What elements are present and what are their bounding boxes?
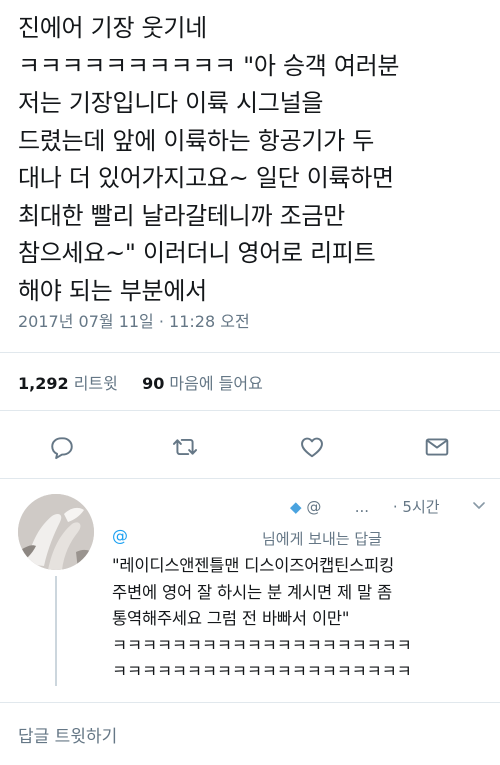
thread-line: [55, 576, 57, 686]
like-count: 90: [142, 374, 165, 393]
tweet-text-line: 최대한 빨리 날라갈테니까 조금만: [18, 201, 345, 230]
reply-header: ◆ @ ... · 5시간: [290, 496, 490, 517]
speech-bubble-icon: [51, 437, 73, 460]
like-button[interactable]: [297, 432, 327, 462]
retweet-arrows-icon: [172, 438, 198, 456]
reply-author-handle[interactable]: @: [306, 498, 321, 516]
tweet-timestamp[interactable]: 2017년 07월 11일 · 11:28 오전: [18, 308, 250, 332]
reply-time[interactable]: · 5시간: [393, 498, 440, 516]
tweet-stats: 1,292 리트윗 90 마음에 들어요: [18, 370, 263, 394]
reply-author-ellipsis: ...: [354, 498, 370, 516]
like-label: 마음에 들어요: [169, 374, 263, 393]
reply-text-line: "레이디스앤젠틀맨 디스이즈어캡틴스피킹: [112, 556, 395, 575]
replying-to-handle[interactable]: @: [112, 526, 128, 545]
reply-text-line: 통역해주세요 그럼 전 바빠서 이만": [112, 609, 350, 628]
reply-text-line: ㅋㅋㅋㅋㅋㅋㅋㅋㅋㅋㅋㅋㅋㅋㅋㅋㅋㅋㅋㅋ: [112, 662, 412, 681]
tweet-text-line: 진에어 기장 웃기네: [18, 14, 207, 42]
tweet-text-line: 저는 기장입니다 이륙 시그널을: [18, 89, 324, 117]
tweet-text-line: ㅋㅋㅋㅋㅋㅋㅋㅋㅋㅋ "아 승객 여러분: [18, 51, 400, 80]
diamond-badge-icon: ◆: [290, 498, 302, 516]
reply-text: "레이디스앤젠틀맨 디스이즈어캡틴스피킹 주변에 영어 잘 하시는 분 계시면 …: [112, 553, 492, 686]
tweet-text-line: 대나 더 있어가지고요~ 일단 이륙하면: [18, 164, 394, 192]
retweet-button[interactable]: [170, 432, 200, 462]
reply-button[interactable]: [47, 432, 77, 462]
divider: [0, 410, 500, 411]
divider: [0, 352, 500, 353]
reply-tweet[interactable]: ◆ @ ... · 5시간 @ 님에게 보내는 답글 "레이디스앤젠틀맨 디스이…: [0, 480, 500, 695]
tweet-action-bar: [0, 420, 500, 472]
like-stat[interactable]: 90 마음에 들어요: [142, 374, 263, 393]
chevron-down-icon[interactable]: [472, 498, 486, 512]
retweet-stat[interactable]: 1,292 리트윗: [18, 374, 123, 393]
heart-icon: [301, 437, 323, 458]
replying-to-label: 님에게 보내는 답글: [262, 530, 382, 548]
direct-message-button[interactable]: [422, 432, 452, 462]
divider: [0, 702, 500, 703]
reply-text-line: ㅋㅋㅋㅋㅋㅋㅋㅋㅋㅋㅋㅋㅋㅋㅋㅋㅋㅋㅋㅋ: [112, 635, 412, 655]
retweet-count: 1,292: [18, 374, 69, 393]
tweet-text-line: 해야 되는 부분에서: [18, 276, 207, 305]
tweet-text: 진에어 기장 웃기네 ㅋㅋㅋㅋㅋㅋㅋㅋㅋㅋ "아 승객 여러분 저는 기장입니다…: [18, 10, 488, 310]
avatar[interactable]: [18, 494, 94, 570]
tweet-text-line: 참으세요~" 이러더니 영어로 리피트: [18, 239, 376, 267]
reply-compose-input[interactable]: 답글 트윗하기: [18, 722, 117, 747]
avatar-image: [18, 494, 94, 570]
divider: [0, 478, 500, 479]
tweet-text-line: 드렸는데 앞에 이륙하는 항공기가 두: [18, 126, 375, 155]
retweet-label: 리트윗: [73, 374, 118, 393]
reply-text-line: 주변에 영어 잘 하시는 분 계시면 제 말 좀: [112, 582, 393, 602]
envelope-icon: [425, 438, 449, 456]
